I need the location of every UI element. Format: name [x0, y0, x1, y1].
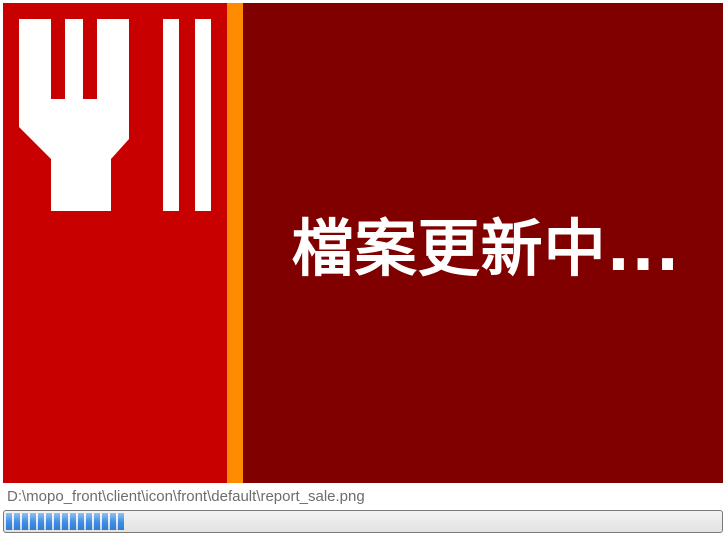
updating-status-text: 檔案更新中... [291, 212, 681, 285]
logo-panel [3, 3, 227, 483]
current-file-path: D:\mopo_front\client\icon\front\default\… [7, 488, 365, 505]
accent-stripe [227, 3, 243, 483]
progress-fill [6, 513, 124, 530]
splash-window: 檔案更新中... D:\mopo_front\client\icon\front… [0, 0, 726, 538]
update-progress-bar [3, 510, 723, 533]
fork-icon [19, 19, 211, 211]
splash-screen: 檔案更新中... [3, 3, 723, 483]
